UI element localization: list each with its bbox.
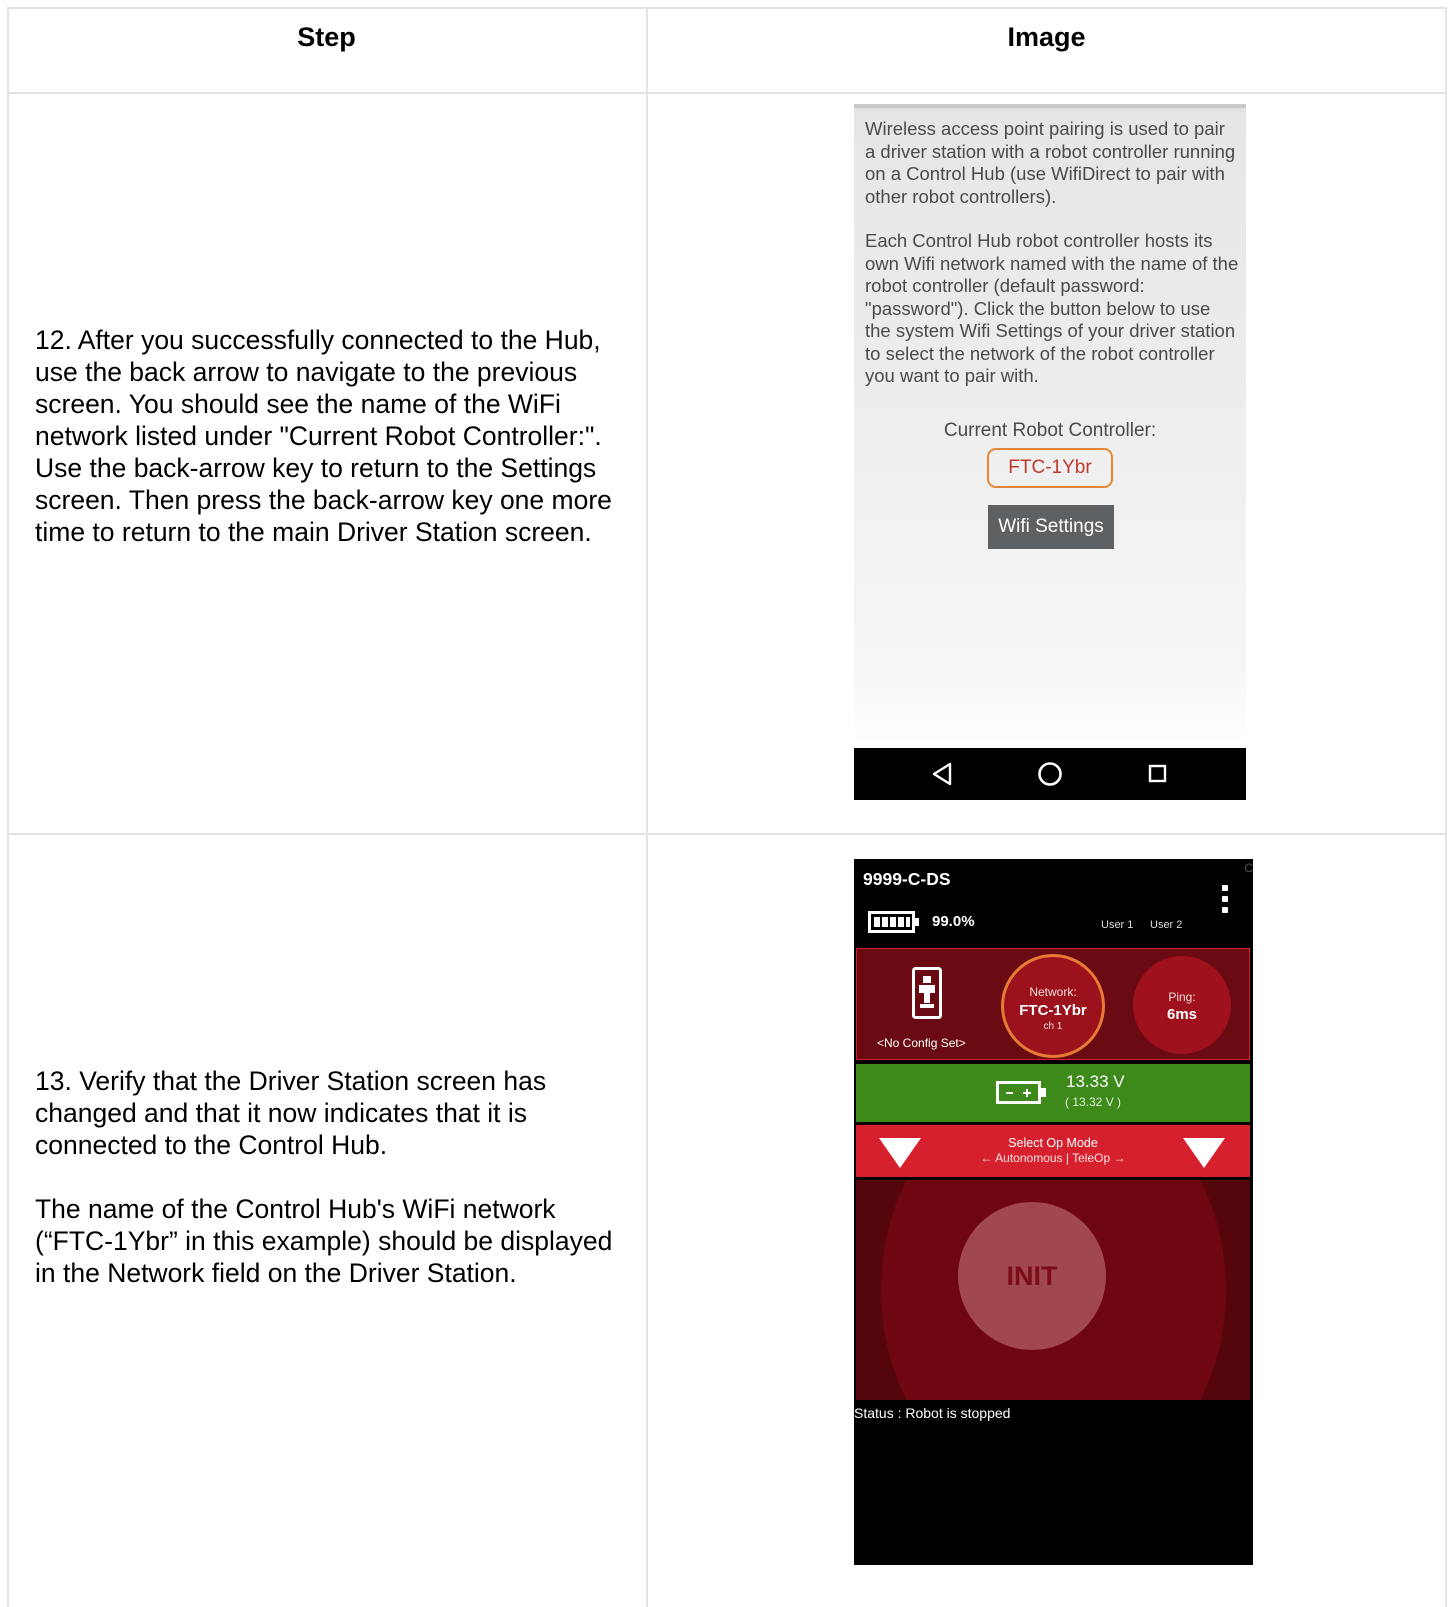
robot-config-icon[interactable] (912, 967, 942, 1019)
pairing-instructions: Each Control Hub robot controller hosts … (865, 230, 1239, 386)
table-divider-row (7, 833, 1447, 835)
ping-label: Ping: (1168, 990, 1196, 1004)
network-channel: ch 1 (1043, 1021, 1063, 1032)
table-border-left (7, 7, 9, 1607)
network-indicator[interactable]: Network: FTC-1Ybr ch 1 (1001, 954, 1105, 1058)
step-13-text: 13. Verify that the Driver Station scree… (35, 1065, 635, 1289)
robot-voltage-min: ( 13.32 V ) (1065, 1095, 1122, 1109)
pairing-description: Wireless access point pairing is used to… (865, 118, 1236, 207)
battery-icon (868, 911, 919, 933)
corner-mark: C (1244, 861, 1253, 875)
table-border-right (1445, 7, 1447, 1607)
driver-station-screenshot: 9999-C-DS C 99.0% User 1 User 2 <No Conf… (854, 859, 1253, 1565)
control-area: INIT (856, 1180, 1250, 1400)
header-step: Step (297, 22, 356, 52)
ping-value: 6ms (1166, 1006, 1198, 1023)
robot-battery-icon (996, 1081, 1046, 1104)
device-name: 9999-C-DS (863, 869, 951, 889)
init-button[interactable]: INIT (958, 1202, 1106, 1350)
current-controller-value: FTC-1Ybr (987, 448, 1113, 488)
table-divider-column (646, 7, 648, 1607)
network-name: FTC-1Ybr (1019, 1002, 1087, 1019)
robot-status: Status : Robot is stopped (854, 1405, 1011, 1421)
robot-voltage: 13.33 V (1066, 1072, 1125, 1091)
user-2-indicator[interactable]: User 2 (1150, 919, 1182, 931)
back-button[interactable] (912, 748, 972, 800)
network-label: Network: (1029, 985, 1077, 999)
home-icon (1038, 762, 1062, 786)
opmode-selector[interactable]: Select Op Mode ← Autonomous | TeleOp → (856, 1125, 1250, 1177)
battery-percent: 99.0% (932, 913, 975, 930)
user-1-indicator[interactable]: User 1 (1101, 919, 1133, 931)
overflow-menu-icon[interactable] (1215, 885, 1235, 925)
android-nav-bar (854, 748, 1246, 800)
teleop-dropdown-icon[interactable] (1183, 1138, 1225, 1168)
table-divider-header (7, 92, 1447, 94)
step-13-paragraph-2: The name of the Control Hub's WiFi netwo… (35, 1194, 613, 1288)
ping-indicator: Ping: 6ms (1133, 956, 1231, 1054)
wifi-pairing-screenshot: Wireless access point pairing is used to… (854, 104, 1246, 800)
table-border-top (7, 7, 1447, 9)
recents-icon (1148, 764, 1167, 783)
back-icon (932, 762, 952, 786)
recents-button[interactable] (1128, 748, 1188, 800)
home-button[interactable] (1020, 748, 1080, 800)
step-13-paragraph-1: 13. Verify that the Driver Station scree… (35, 1066, 547, 1160)
screen-top-edge (854, 104, 1246, 108)
header-image: Image (1007, 22, 1086, 52)
step-12-text: 12. After you successfully connected to … (35, 324, 635, 548)
wifi-settings-button[interactable]: Wifi Settings (988, 505, 1114, 549)
config-label: <No Config Set> (877, 1036, 966, 1050)
robot-voltage-bar: 13.33 V ( 13.32 V ) (856, 1064, 1250, 1122)
current-controller-label: Current Robot Controller: (943, 420, 1157, 441)
step-12-paragraph: 12. After you successfully connected to … (35, 325, 612, 547)
status-panel: <No Config Set> Network: FTC-1Ybr ch 1 P… (856, 948, 1250, 1060)
